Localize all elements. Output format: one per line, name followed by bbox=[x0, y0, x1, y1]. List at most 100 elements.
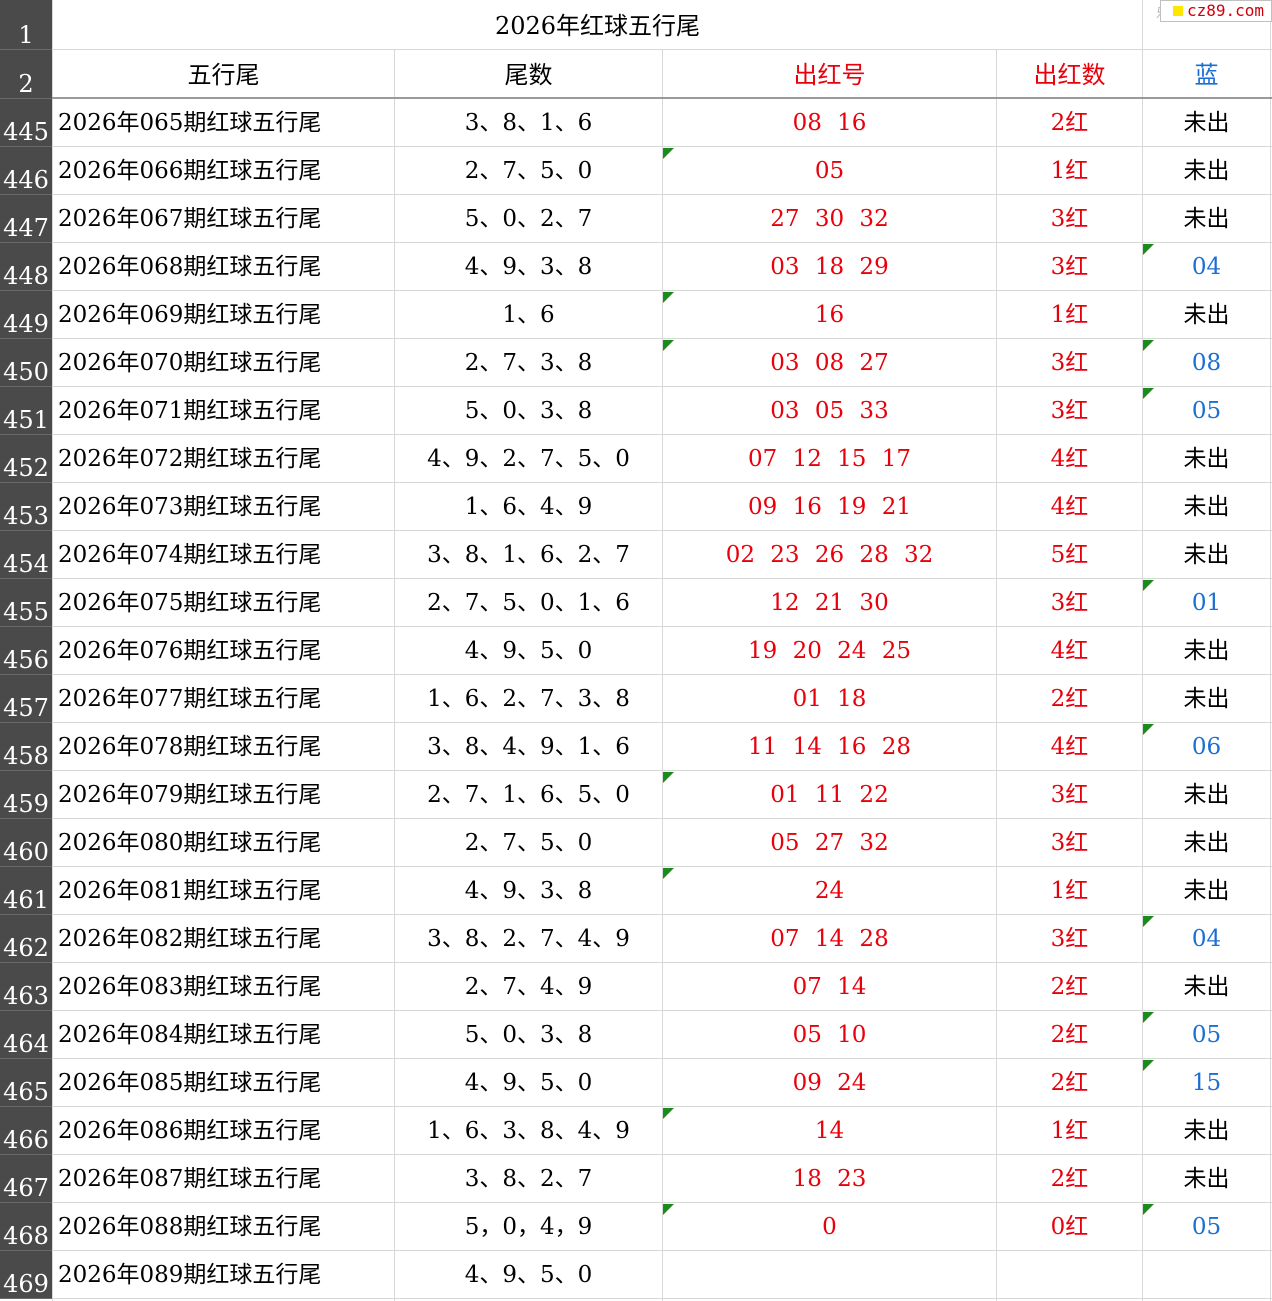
blue-ball-cell[interactable]: 未出 bbox=[1143, 99, 1270, 147]
red-count-cell[interactable]: 2红 bbox=[997, 1155, 1142, 1203]
blue-ball-cell[interactable]: 05 bbox=[1143, 1011, 1270, 1059]
tail-digits-cell[interactable]: 4、9、5、0 bbox=[395, 1251, 662, 1299]
row-header[interactable]: 454 bbox=[0, 531, 52, 579]
red-numbers-cell[interactable]: 05 10 bbox=[663, 1011, 996, 1059]
header-name-cell[interactable]: 五行尾 bbox=[53, 50, 394, 98]
row-header[interactable]: 448 bbox=[0, 243, 52, 291]
tail-digits-cell[interactable]: 1、6、2、7、3、8 bbox=[395, 675, 662, 723]
red-count-cell[interactable]: 5红 bbox=[997, 531, 1142, 579]
comment-marker-icon[interactable] bbox=[663, 292, 674, 303]
period-name-cell[interactable]: 2026年076期红球五行尾 bbox=[53, 627, 394, 675]
row-header[interactable]: 451 bbox=[0, 387, 52, 435]
red-count-cell[interactable]: 3红 bbox=[997, 819, 1142, 867]
red-count-cell[interactable] bbox=[997, 1251, 1142, 1299]
row-header[interactable]: 445 bbox=[0, 99, 52, 147]
period-name-cell[interactable]: 2026年085期红球五行尾 bbox=[53, 1059, 394, 1107]
blue-ball-cell[interactable]: 05 bbox=[1143, 1203, 1270, 1251]
blue-ball-cell[interactable]: 未出 bbox=[1143, 531, 1270, 579]
period-name-cell[interactable]: 2026年084期红球五行尾 bbox=[53, 1011, 394, 1059]
row-header[interactable]: 460 bbox=[0, 819, 52, 867]
tail-digits-cell[interactable]: 3、8、4、9、1、6 bbox=[395, 723, 662, 771]
row-header[interactable]: 450 bbox=[0, 339, 52, 387]
tail-digits-cell[interactable]: 3、8、2、7、4、9 bbox=[395, 915, 662, 963]
red-numbers-cell[interactable] bbox=[663, 1251, 996, 1299]
period-name-cell[interactable]: 2026年067期红球五行尾 bbox=[53, 195, 394, 243]
tail-digits-cell[interactable]: 5、0、3、8 bbox=[395, 1011, 662, 1059]
row-header[interactable]: 452 bbox=[0, 435, 52, 483]
tail-digits-cell[interactable]: 4、9、5、0 bbox=[395, 1059, 662, 1107]
row-header[interactable]: 464 bbox=[0, 1011, 52, 1059]
tail-digits-cell[interactable]: 4、9、3、8 bbox=[395, 867, 662, 915]
red-numbers-cell[interactable]: 14 bbox=[663, 1107, 996, 1155]
blue-ball-cell[interactable]: 未出 bbox=[1143, 195, 1270, 243]
blue-ball-cell[interactable]: 05 bbox=[1143, 387, 1270, 435]
blue-ball-cell[interactable]: 未出 bbox=[1143, 867, 1270, 915]
comment-marker-icon[interactable] bbox=[1143, 340, 1154, 351]
blue-ball-cell[interactable]: 未出 bbox=[1143, 963, 1270, 1011]
period-name-cell[interactable]: 2026年066期红球五行尾 bbox=[53, 147, 394, 195]
period-name-cell[interactable]: 2026年080期红球五行尾 bbox=[53, 819, 394, 867]
red-count-cell[interactable]: 1红 bbox=[997, 867, 1142, 915]
period-name-cell[interactable]: 2026年071期红球五行尾 bbox=[53, 387, 394, 435]
red-count-cell[interactable]: 3红 bbox=[997, 195, 1142, 243]
red-count-cell[interactable]: 3红 bbox=[997, 339, 1142, 387]
comment-marker-icon[interactable] bbox=[663, 340, 674, 351]
comment-marker-icon[interactable] bbox=[1143, 724, 1154, 735]
period-name-cell[interactable]: 2026年075期红球五行尾 bbox=[53, 579, 394, 627]
row-header[interactable]: 467 bbox=[0, 1155, 52, 1203]
period-name-cell[interactable]: 2026年083期红球五行尾 bbox=[53, 963, 394, 1011]
blue-ball-cell[interactable]: 未出 bbox=[1143, 147, 1270, 195]
red-numbers-cell[interactable]: 09 24 bbox=[663, 1059, 996, 1107]
period-name-cell[interactable]: 2026年073期红球五行尾 bbox=[53, 483, 394, 531]
period-name-cell[interactable]: 2026年087期红球五行尾 bbox=[53, 1155, 394, 1203]
row-header[interactable]: 459 bbox=[0, 771, 52, 819]
row-header[interactable]: 465 bbox=[0, 1059, 52, 1107]
comment-marker-icon[interactable] bbox=[663, 1204, 674, 1215]
red-count-cell[interactable]: 2红 bbox=[997, 963, 1142, 1011]
blue-ball-cell[interactable]: 未出 bbox=[1143, 627, 1270, 675]
comment-marker-icon[interactable] bbox=[1143, 916, 1154, 927]
tail-digits-cell[interactable]: 5，0，4，9 bbox=[395, 1203, 662, 1251]
blue-ball-cell[interactable]: 未出 bbox=[1143, 771, 1270, 819]
blue-ball-cell[interactable]: 06 bbox=[1143, 723, 1270, 771]
blue-ball-cell[interactable]: 04 bbox=[1143, 915, 1270, 963]
tail-digits-cell[interactable]: 4、9、2、7、5、0 bbox=[395, 435, 662, 483]
red-count-cell[interactable]: 3红 bbox=[997, 243, 1142, 291]
row-header[interactable]: 468 bbox=[0, 1203, 52, 1251]
tail-digits-cell[interactable]: 1、6、4、9 bbox=[395, 483, 662, 531]
tail-digits-cell[interactable]: 3、8、1、6、2、7 bbox=[395, 531, 662, 579]
tail-digits-cell[interactable]: 5、0、3、8 bbox=[395, 387, 662, 435]
period-name-cell[interactable]: 2026年074期红球五行尾 bbox=[53, 531, 394, 579]
comment-marker-icon[interactable] bbox=[1143, 388, 1154, 399]
tail-digits-cell[interactable]: 2、7、1、6、5、0 bbox=[395, 771, 662, 819]
red-count-cell[interactable]: 2红 bbox=[997, 1011, 1142, 1059]
red-numbers-cell[interactable]: 07 14 28 bbox=[663, 915, 996, 963]
red-numbers-cell[interactable]: 03 05 33 bbox=[663, 387, 996, 435]
red-count-cell[interactable]: 4红 bbox=[997, 435, 1142, 483]
tail-digits-cell[interactable]: 5、0、2、7 bbox=[395, 195, 662, 243]
blue-ball-cell[interactable]: 未出 bbox=[1143, 1155, 1270, 1203]
red-count-cell[interactable]: 2红 bbox=[997, 1059, 1142, 1107]
red-numbers-cell[interactable]: 16 bbox=[663, 291, 996, 339]
red-numbers-cell[interactable]: 01 18 bbox=[663, 675, 996, 723]
red-count-cell[interactable]: 0红 bbox=[997, 1203, 1142, 1251]
row-header-2[interactable]: 2 bbox=[0, 50, 52, 99]
blue-ball-cell[interactable]: 15 bbox=[1143, 1059, 1270, 1107]
red-count-cell[interactable]: 3红 bbox=[997, 771, 1142, 819]
row-header[interactable]: 456 bbox=[0, 627, 52, 675]
period-name-cell[interactable]: 2026年089期红球五行尾 bbox=[53, 1251, 394, 1299]
blue-ball-cell[interactable]: 未出 bbox=[1143, 675, 1270, 723]
header-count-cell[interactable]: 出红数 bbox=[997, 50, 1142, 98]
red-count-cell[interactable]: 2红 bbox=[997, 675, 1142, 723]
row-header[interactable]: 457 bbox=[0, 675, 52, 723]
row-header[interactable]: 458 bbox=[0, 723, 52, 771]
red-numbers-cell[interactable]: 07 14 bbox=[663, 963, 996, 1011]
blue-ball-cell[interactable]: 未出 bbox=[1143, 435, 1270, 483]
red-numbers-cell[interactable]: 02 23 26 28 32 bbox=[663, 531, 996, 579]
red-numbers-cell[interactable]: 18 23 bbox=[663, 1155, 996, 1203]
red-numbers-cell[interactable]: 24 bbox=[663, 867, 996, 915]
red-numbers-cell[interactable]: 05 27 32 bbox=[663, 819, 996, 867]
tail-digits-cell[interactable]: 4、9、3、8 bbox=[395, 243, 662, 291]
tail-digits-cell[interactable]: 2、7、5、0 bbox=[395, 819, 662, 867]
row-header[interactable]: 461 bbox=[0, 867, 52, 915]
